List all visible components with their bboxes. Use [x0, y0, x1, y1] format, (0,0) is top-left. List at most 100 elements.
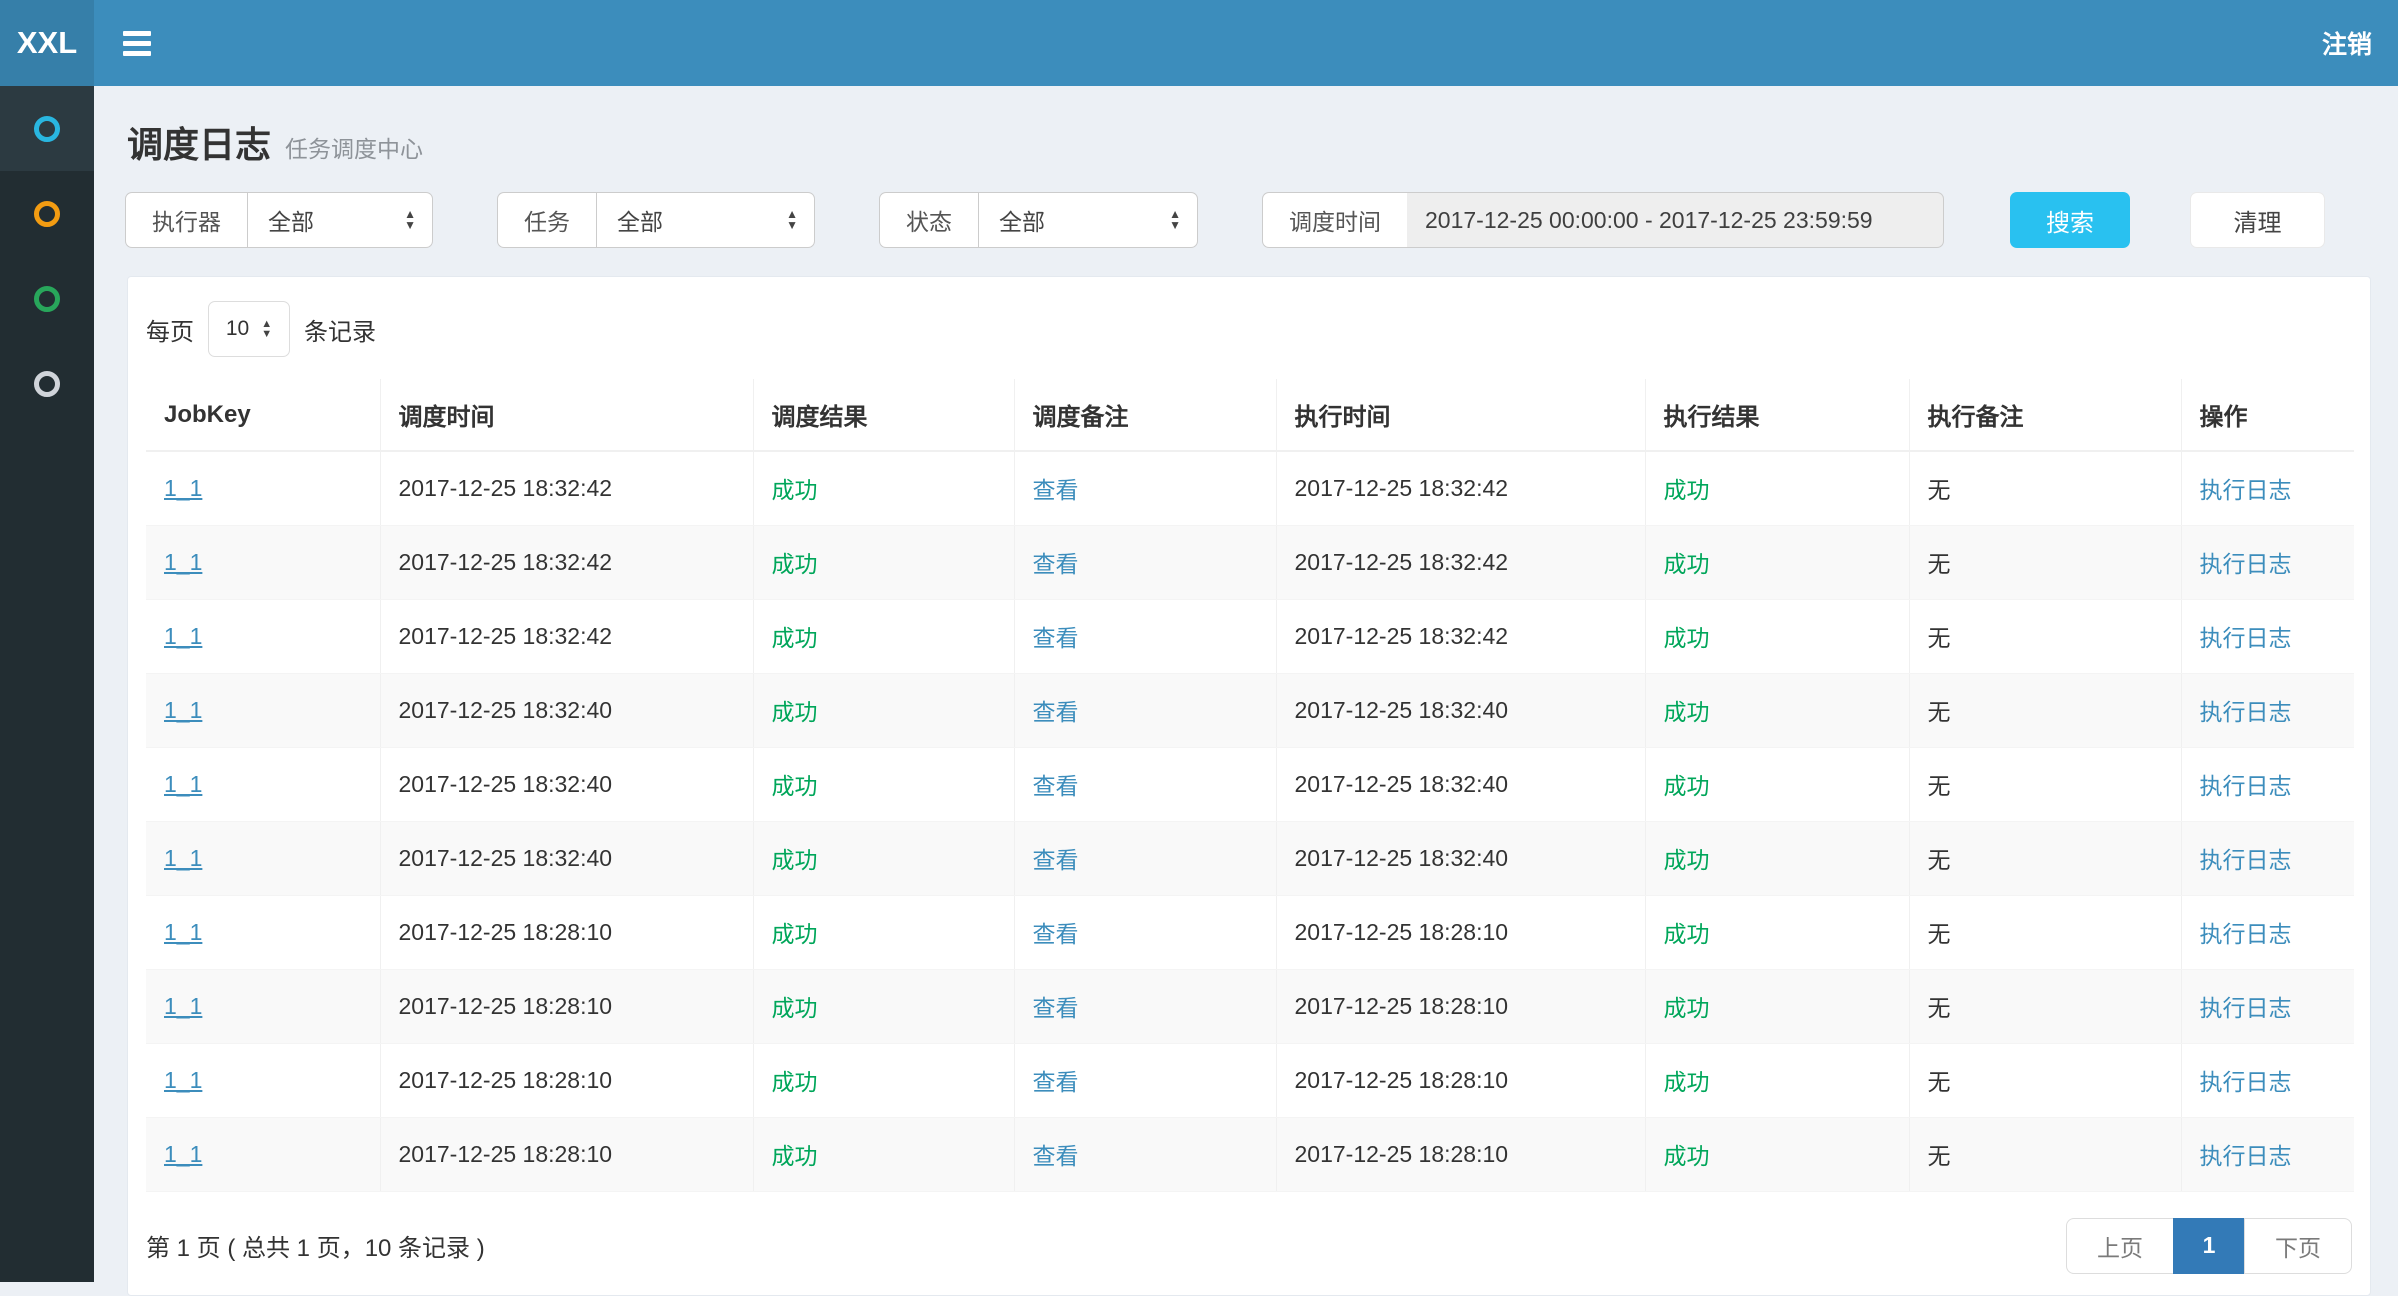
jobkey-link[interactable]: 1_1 — [164, 1141, 202, 1167]
table-column-header[interactable]: 执行结果 — [1645, 379, 1909, 451]
dispatch-time-cell: 2017-12-25 18:32:40 — [380, 821, 753, 895]
exec-result-badge: 成功 — [1664, 625, 1710, 651]
table-column-header[interactable]: 调度备注 — [1014, 379, 1276, 451]
time-range-input[interactable]: 2017-12-25 00:00:00 - 2017-12-25 23:59:5… — [1407, 192, 1944, 248]
dispatch-result-badge: 成功 — [772, 995, 818, 1021]
view-remark-link[interactable]: 查看 — [1033, 847, 1079, 873]
exec-result-cell: 成功 — [1645, 673, 1909, 747]
jobkey-link[interactable]: 1_1 — [164, 919, 202, 945]
sidebar-menu-item[interactable] — [0, 341, 94, 426]
executor-select[interactable]: 全部 — [247, 192, 433, 248]
dispatch-result-cell: 成功 — [753, 673, 1014, 747]
dispatch-log-table: JobKey 调度时间 调度结果 调度备注 执行时间 执行结果 执行备注 操作 — [146, 379, 2354, 1192]
job-select[interactable]: 全部 — [596, 192, 815, 248]
exec-time-cell: 2017-12-25 18:28:10 — [1276, 895, 1645, 969]
dispatch-result-badge: 成功 — [772, 477, 818, 503]
logout-link[interactable]: 注销 — [2296, 0, 2398, 86]
exec-log-link[interactable]: 执行日志 — [2200, 847, 2292, 873]
next-page-button[interactable]: 下页 — [2244, 1218, 2352, 1274]
view-remark-link[interactable]: 查看 — [1033, 1069, 1079, 1095]
jobkey-link[interactable]: 1_1 — [164, 623, 202, 649]
table-column-header[interactable]: 调度时间 — [380, 379, 753, 451]
log-table-box: 每页 10 条记录 JobKey 调度时间 调度结果 — [127, 276, 2371, 1296]
view-remark-link[interactable]: 查看 — [1033, 551, 1079, 577]
exec-log-link[interactable]: 执行日志 — [2200, 1069, 2292, 1095]
exec-log-link[interactable]: 执行日志 — [2200, 995, 2292, 1021]
exec-remark-cell: 无 — [1909, 895, 2181, 969]
jobkey-cell: 1_1 — [146, 451, 380, 525]
jobkey-link[interactable]: 1_1 — [164, 1067, 202, 1093]
table-column-header[interactable]: 执行时间 — [1276, 379, 1645, 451]
exec-log-link[interactable]: 执行日志 — [2200, 551, 2292, 577]
view-remark-link[interactable]: 查看 — [1033, 625, 1079, 651]
action-cell: 执行日志 — [2181, 821, 2354, 895]
view-remark-link[interactable]: 查看 — [1033, 995, 1079, 1021]
dispatch-result-badge: 成功 — [772, 921, 818, 947]
sidebar-toggle-button[interactable] — [94, 0, 180, 86]
view-remark-link[interactable]: 查看 — [1033, 699, 1079, 725]
exec-result-cell: 成功 — [1645, 599, 1909, 673]
sidebar-menu-item[interactable] — [0, 86, 94, 171]
status-select-value: 全部 — [999, 203, 1155, 237]
status-select[interactable]: 全部 — [978, 192, 1198, 248]
jobkey-cell: 1_1 — [146, 895, 380, 969]
dispatch-time-cell: 2017-12-25 18:28:10 — [380, 895, 753, 969]
table-column-header[interactable]: 执行备注 — [1909, 379, 2181, 451]
exec-result-badge: 成功 — [1664, 1069, 1710, 1095]
jobkey-link[interactable]: 1_1 — [164, 771, 202, 797]
length-suffix-label: 条记录 — [304, 312, 376, 347]
exec-result-badge: 成功 — [1664, 551, 1710, 577]
jobkey-cell: 1_1 — [146, 1043, 380, 1117]
action-cell: 执行日志 — [2181, 673, 2354, 747]
page-length-select[interactable]: 10 — [208, 301, 290, 357]
circle-icon — [34, 116, 60, 142]
exec-log-link[interactable]: 执行日志 — [2200, 625, 2292, 651]
current-page-button[interactable]: 1 — [2173, 1218, 2245, 1274]
exec-log-link[interactable]: 执行日志 — [2200, 921, 2292, 947]
prev-page-button[interactable]: 上页 — [2066, 1218, 2174, 1274]
action-cell: 执行日志 — [2181, 969, 2354, 1043]
table-column-header[interactable]: 调度结果 — [753, 379, 1014, 451]
table-row: 1_1 2017-12-25 18:28:10 成功 查看 2017-12-25… — [146, 1117, 2354, 1191]
search-button[interactable]: 搜索 — [2010, 192, 2130, 248]
sidebar-menu-item[interactable] — [0, 171, 94, 256]
view-remark-link[interactable]: 查看 — [1033, 921, 1079, 947]
table-row: 1_1 2017-12-25 18:28:10 成功 查看 2017-12-25… — [146, 1043, 2354, 1117]
exec-time-cell: 2017-12-25 18:28:10 — [1276, 1117, 1645, 1191]
dispatch-time-cell: 2017-12-25 18:32:40 — [380, 747, 753, 821]
table-row: 1_1 2017-12-25 18:32:42 成功 查看 2017-12-25… — [146, 525, 2354, 599]
jobkey-link[interactable]: 1_1 — [164, 697, 202, 723]
jobkey-link[interactable]: 1_1 — [164, 475, 202, 501]
exec-log-link[interactable]: 执行日志 — [2200, 699, 2292, 725]
table-column-header[interactable]: JobKey — [146, 379, 380, 451]
exec-time-cell: 2017-12-25 18:32:40 — [1276, 747, 1645, 821]
action-cell: 执行日志 — [2181, 1043, 2354, 1117]
jobkey-link[interactable]: 1_1 — [164, 845, 202, 871]
exec-remark-cell: 无 — [1909, 451, 2181, 525]
sidebar-menu-item[interactable] — [0, 256, 94, 341]
view-remark-link[interactable]: 查看 — [1033, 1143, 1079, 1169]
exec-time-cell: 2017-12-25 18:28:10 — [1276, 969, 1645, 1043]
hamburger-icon — [123, 31, 151, 56]
jobkey-link[interactable]: 1_1 — [164, 993, 202, 1019]
exec-log-link[interactable]: 执行日志 — [2200, 477, 2292, 503]
dispatch-time-cell: 2017-12-25 18:32:42 — [380, 451, 753, 525]
exec-result-cell: 成功 — [1645, 747, 1909, 821]
table-row: 1_1 2017-12-25 18:32:40 成功 查看 2017-12-25… — [146, 821, 2354, 895]
jobkey-link[interactable]: 1_1 — [164, 549, 202, 575]
jobkey-cell: 1_1 — [146, 525, 380, 599]
clear-button[interactable]: 清理 — [2190, 192, 2325, 248]
view-remark-link[interactable]: 查看 — [1033, 773, 1079, 799]
app-logo[interactable]: XXL — [0, 0, 94, 86]
exec-log-link[interactable]: 执行日志 — [2200, 1143, 2292, 1169]
table-column-header[interactable]: 操作 — [2181, 379, 2354, 451]
time-filter-label: 调度时间 — [1262, 192, 1407, 248]
jobkey-cell: 1_1 — [146, 821, 380, 895]
view-remark-link[interactable]: 查看 — [1033, 477, 1079, 503]
exec-log-link[interactable]: 执行日志 — [2200, 773, 2292, 799]
table-header-row: JobKey 调度时间 调度结果 调度备注 执行时间 执行结果 执行备注 操作 — [146, 379, 2354, 451]
navbar-spacer — [180, 0, 2296, 86]
dispatch-time-cell: 2017-12-25 18:32:40 — [380, 673, 753, 747]
exec-time-cell: 2017-12-25 18:32:40 — [1276, 673, 1645, 747]
dispatch-result-badge: 成功 — [772, 699, 818, 725]
